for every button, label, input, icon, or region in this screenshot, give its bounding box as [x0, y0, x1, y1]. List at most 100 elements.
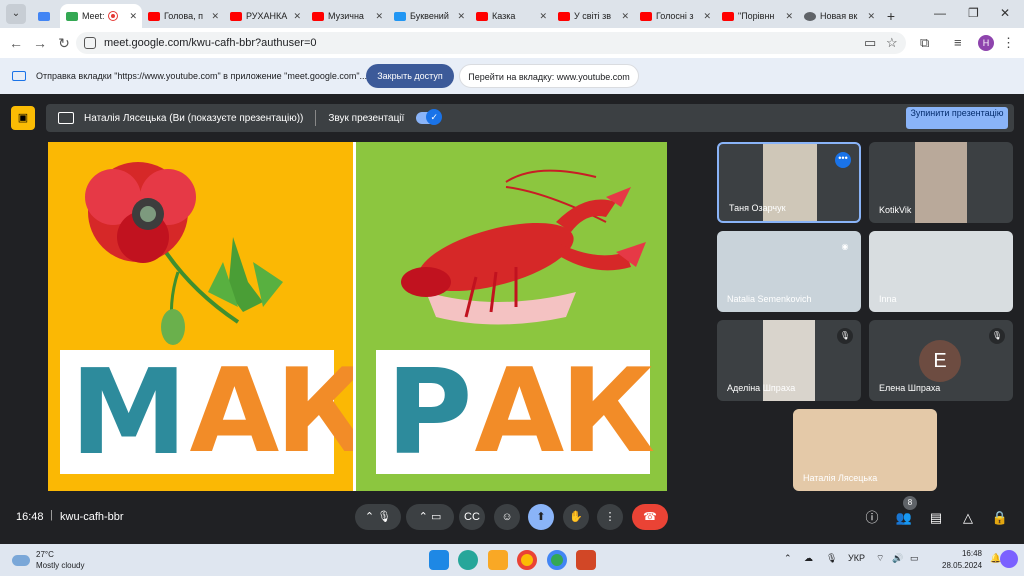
presentation-status-icon[interactable]: ▣ — [11, 106, 35, 130]
file-explorer-icon[interactable] — [488, 550, 508, 570]
weather-widget[interactable]: 27°C Mostly cloudy — [12, 549, 84, 571]
participant-tile[interactable]: Е 🎙 Елена Шпраха — [869, 320, 1013, 401]
account-icon — [38, 11, 50, 21]
chat-icon[interactable]: ▤ — [926, 508, 946, 528]
participant-name: Аделіна Шпраха — [727, 383, 796, 393]
participant-name: Наталія Лясецька — [803, 473, 878, 483]
powerpoint-icon[interactable] — [576, 550, 596, 570]
back-icon[interactable]: ← — [4, 35, 28, 51]
recording-dot-icon — [108, 12, 117, 20]
participant-tile[interactable]: KotikVik — [869, 142, 1013, 223]
leave-call-button[interactable]: ☎ — [632, 504, 668, 530]
restore-icon[interactable]: ❐ — [968, 6, 979, 20]
chevron-up-icon[interactable]: ⌃ — [784, 553, 792, 564]
participant-tile[interactable]: 🎙 Аделіна Шпраха — [717, 320, 861, 401]
close-tab-icon[interactable]: ✕ — [457, 11, 465, 22]
tab-youtube-5[interactable]: У світі зв ✕ — [552, 4, 634, 28]
system-clock[interactable]: 16:48 28.05.2024 — [942, 548, 982, 572]
participant-tile[interactable]: ••• Таня Озарчук — [717, 142, 861, 223]
stop-presenting-button[interactable]: Зупинити презентацію — [906, 107, 1008, 129]
camera-icon: ▭ — [430, 511, 442, 523]
tab-youtube-7[interactable]: "Порівнн ✕ — [716, 4, 798, 28]
chevron-up-icon[interactable]: ⌃ — [419, 511, 428, 523]
present-button[interactable]: ⬆ — [528, 504, 554, 530]
tab-youtube-3[interactable]: Музична ✕ — [306, 4, 388, 28]
new-tab-button[interactable]: + — [880, 8, 902, 24]
stop-sharing-button[interactable]: Закрыть доступ — [366, 64, 454, 88]
captions-button[interactable]: CC — [459, 504, 485, 530]
tab-new[interactable]: Новая вк ✕ — [798, 4, 880, 28]
divider: | — [50, 509, 53, 521]
people-count-badge: 8 — [903, 496, 917, 510]
camera-in-use-icon[interactable]: ▭ — [864, 35, 876, 51]
close-tab-icon[interactable]: ✕ — [785, 11, 793, 22]
self-view-tile[interactable]: Наталія Лясецька — [793, 409, 937, 491]
meet-favicon-icon — [66, 11, 78, 21]
forward-icon[interactable]: → — [28, 35, 52, 51]
close-tab-icon[interactable]: ✕ — [703, 11, 711, 22]
present-screen-icon — [58, 112, 74, 124]
browser-menu-icon[interactable]: ⋮ — [1002, 35, 1015, 51]
people-icon[interactable]: 👥 — [894, 508, 914, 528]
hang-up-icon: ☎ — [643, 511, 657, 523]
bookmark-star-icon[interactable]: ☆ — [886, 35, 898, 51]
close-tab-icon[interactable]: ✕ — [867, 11, 875, 22]
meeting-clock: 16:48 — [16, 511, 44, 523]
minimize-icon[interactable]: — — [934, 6, 946, 20]
switch-to-tab-button[interactable]: Перейти на вкладку: www.youtube.com — [459, 64, 639, 88]
participant-tile[interactable]: ◉ Natalia Semenkovich — [717, 231, 861, 312]
camera-button[interactable]: ⌃ ▭ — [406, 504, 454, 530]
tab-label: У світі зв — [574, 11, 612, 21]
volume-icon[interactable]: 🔊 — [892, 553, 903, 564]
copilot-icon[interactable] — [1000, 550, 1018, 568]
more-options-icon[interactable]: ••• — [835, 152, 851, 168]
reload-icon[interactable]: ↻ — [52, 35, 76, 52]
tab-youtube-4[interactable]: Казка ✕ — [470, 4, 552, 28]
presentation-audio-toggle[interactable] — [416, 109, 443, 125]
tab-bukvenyi[interactable]: Буквений ✕ — [388, 4, 470, 28]
youtube-favicon-icon — [230, 11, 242, 21]
presenting-banner: Наталія Лясецька (Ви (показуєте презента… — [46, 104, 1014, 132]
hand-icon: ✋ — [569, 511, 583, 523]
media-control-icon[interactable]: ≡ — [954, 35, 962, 50]
chrome-icon[interactable] — [517, 550, 537, 570]
close-tab-icon[interactable]: ✕ — [129, 11, 137, 22]
close-tab-icon[interactable]: ✕ — [293, 11, 301, 22]
edge-icon[interactable] — [458, 550, 478, 570]
start-icon[interactable] — [429, 550, 449, 570]
account-tab[interactable] — [32, 4, 60, 28]
close-tab-icon[interactable]: ✕ — [539, 11, 547, 22]
raise-hand-button[interactable]: ✋ — [563, 504, 589, 530]
close-window-icon[interactable]: ✕ — [1000, 6, 1010, 20]
reactions-button[interactable]: ☺ — [494, 504, 520, 530]
wifi-icon[interactable]: ⌔ — [876, 553, 884, 564]
tab-youtube-1[interactable]: Голова, п ✕ — [142, 4, 224, 28]
language-indicator[interactable]: УКР — [848, 553, 865, 563]
chrome-active-icon[interactable] — [547, 550, 567, 570]
letters-ak: АК — [189, 344, 370, 479]
battery-icon[interactable]: ▭ — [910, 553, 919, 564]
profile-avatar[interactable]: H — [978, 35, 994, 51]
slide-left-panel: М АК — [48, 142, 370, 491]
close-tab-icon[interactable]: ✕ — [211, 11, 219, 22]
youtube-favicon-icon — [558, 11, 570, 21]
close-tab-icon[interactable]: ✕ — [621, 11, 629, 22]
participant-tile[interactable]: Inna — [869, 231, 1013, 312]
url-input[interactable]: meet.google.com/kwu-cafh-bbr?authuser=0 — [76, 32, 906, 54]
tab-youtube-2[interactable]: РУХАНКА ✕ — [224, 4, 306, 28]
onedrive-icon[interactable]: ☁ — [804, 553, 813, 564]
chevron-up-icon[interactable]: ⌃ — [365, 511, 374, 523]
tab-youtube-6[interactable]: Голосні з ✕ — [634, 4, 716, 28]
more-options-button[interactable]: ⋮ — [597, 504, 623, 530]
mic-button[interactable]: ⌃ 🎙 — [355, 504, 401, 530]
close-tab-icon[interactable]: ✕ — [375, 11, 383, 22]
meeting-info-icon[interactable]: ⓘ — [862, 508, 882, 528]
mic-in-use-icon[interactable]: 🎙 — [826, 553, 837, 564]
tab-meet[interactable]: Meet: ✕ — [60, 4, 142, 28]
host-controls-icon[interactable]: 🔒 — [990, 508, 1010, 528]
extensions-icon[interactable]: ⧉ — [920, 35, 929, 51]
tab-search-button[interactable]: ⌄ — [6, 4, 26, 24]
address-bar: ← → ↻ meet.google.com/kwu-cafh-bbr?authu… — [0, 28, 1024, 58]
activities-icon[interactable]: △ — [958, 508, 978, 528]
site-info-icon[interactable] — [84, 37, 96, 49]
